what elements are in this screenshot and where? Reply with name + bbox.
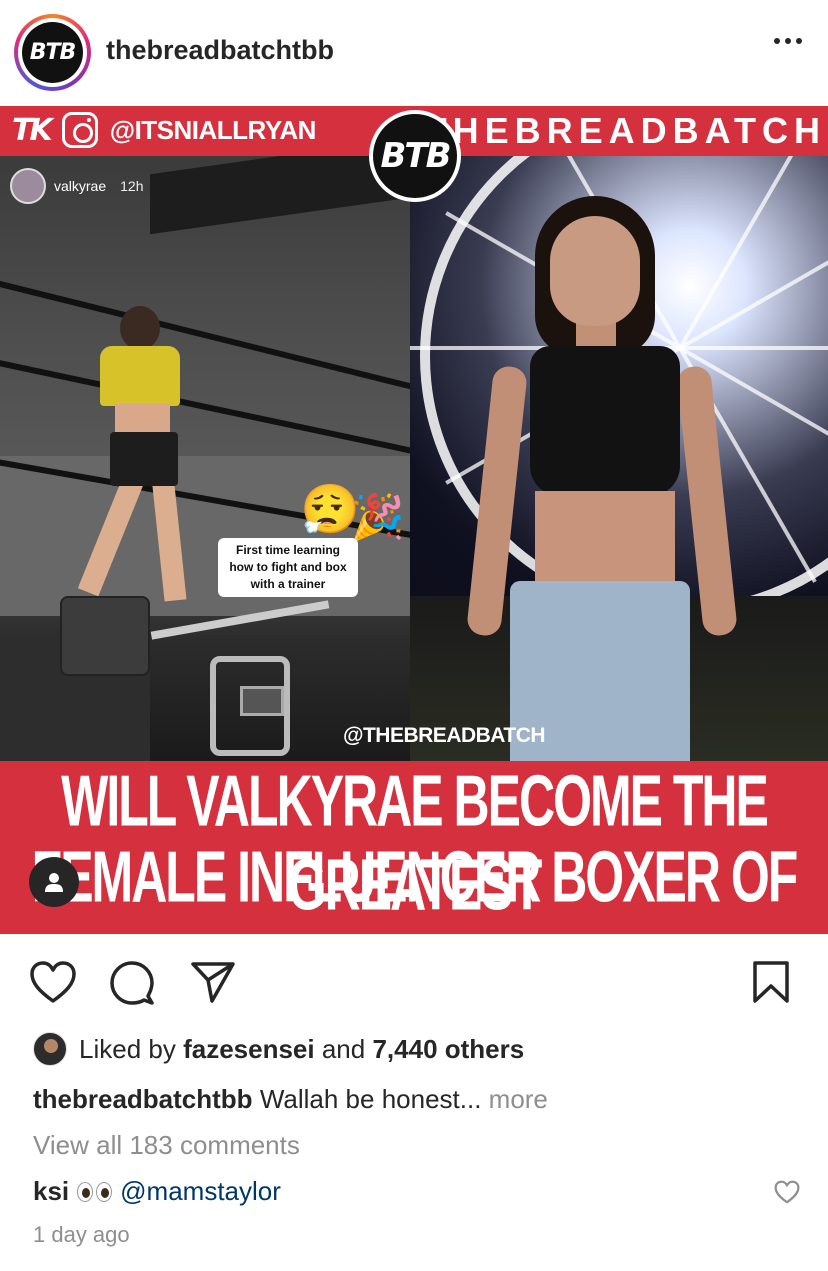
headline: WILL VALKYRAE BECOME THE GREATEST FEMALE…: [0, 760, 828, 934]
liked-by: Liked by fazesensei and 7,440 others: [33, 1032, 524, 1066]
user-tags-button[interactable]: [29, 857, 79, 907]
story-user: valkyrae 12h: [10, 168, 144, 204]
action-bar: [0, 934, 828, 1030]
liker-username[interactable]: fazesensei: [183, 1034, 315, 1064]
post-header: BTB thebreadbatchtbb: [0, 0, 828, 106]
headline-line-2: FEMALE INFLUENCER BOXER OF ALL TIME?: [31, 836, 799, 934]
avatar-logo-text: BTB: [29, 40, 77, 65]
comment-mention[interactable]: @mamstaylor: [120, 1176, 281, 1207]
heart-icon[interactable]: [29, 960, 77, 1009]
comment-row: ksi @mamstaylor: [33, 1176, 281, 1207]
view-all-comments-link[interactable]: View all 183 comments: [33, 1130, 300, 1161]
instagram-icon: [61, 112, 98, 148]
exercise-bike: [150, 596, 350, 756]
comment-heart-icon[interactable]: [774, 1180, 800, 1209]
party-popper-emoji: 🎉: [350, 492, 405, 543]
story-avatar: [10, 168, 46, 204]
post-image[interactable]: valkyrae 12h 😮‍💨 🎉 First time learning h…: [0, 106, 828, 934]
tk-logo: TK: [12, 112, 53, 148]
comment-username[interactable]: ksi: [33, 1176, 69, 1207]
post-username[interactable]: thebreadbatchtbb: [106, 35, 334, 66]
btb-center-logo: BTB: [369, 110, 461, 202]
story-caption: First time learning how to fight and box…: [218, 538, 358, 597]
avatar[interactable]: BTB: [14, 14, 91, 91]
person-icon: [45, 873, 63, 892]
left-photo: valkyrae 12h 😮‍💨 🎉 First time learning h…: [0, 156, 410, 761]
btb-logo: BTB: [22, 22, 83, 83]
caption-text: Wallah be honest...: [259, 1084, 482, 1114]
gym-equipment: [0, 596, 150, 761]
brand-title: THEBREADBATCH: [424, 110, 826, 151]
story-time: 12h: [120, 178, 144, 194]
bookmark-icon[interactable]: [752, 960, 790, 1009]
caption-username[interactable]: thebreadbatchtbb: [33, 1084, 253, 1114]
watermark: @THEBREADBATCH: [343, 724, 546, 747]
eyes-emoji: [77, 1181, 113, 1202]
right-photo: [410, 156, 828, 761]
instagram-handle: @ITSNIALLRYAN: [109, 114, 317, 145]
post-timestamp: 1 day ago: [33, 1222, 130, 1247]
story-username: valkyrae: [54, 178, 107, 194]
more-link[interactable]: more: [489, 1084, 548, 1114]
post-caption: thebreadbatchtbb Wallah be honest... mor…: [33, 1084, 548, 1115]
boxer-figure: [60, 306, 200, 602]
likes-count[interactable]: 7,440 others: [372, 1034, 524, 1064]
paper-plane-icon[interactable]: [190, 960, 236, 1009]
woman-figure: [465, 196, 740, 761]
comment-icon[interactable]: [108, 960, 156, 1011]
liker-avatar[interactable]: [33, 1032, 67, 1066]
more-options-icon[interactable]: [774, 38, 802, 44]
